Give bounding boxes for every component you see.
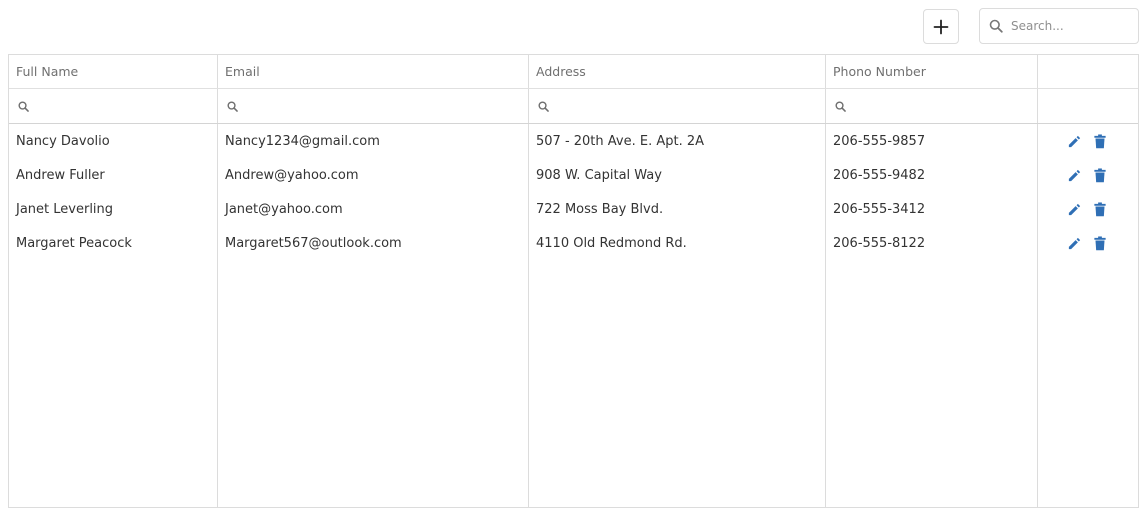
cell-phone: 206-555-9857 (833, 133, 926, 149)
search-box[interactable] (979, 8, 1139, 44)
edit-pencil-icon[interactable] (1066, 167, 1082, 183)
cell-phone: 206-555-9482 (833, 167, 926, 183)
row-actions (1038, 124, 1138, 158)
row-actions (1038, 226, 1138, 260)
cell-full-name: Janet Leverling (16, 201, 114, 217)
search-icon (989, 19, 1003, 33)
data-grid: Full Name Email Address Phono Number Nan… (8, 54, 1139, 508)
cell-full-name: Margaret Peacock (16, 235, 132, 251)
search-icon (538, 100, 549, 112)
table-row[interactable]: Janet Leverling Janet@yahoo.com 722 Moss… (9, 192, 1138, 226)
column-header-label: Address (536, 64, 586, 79)
column-header-label: Email (225, 64, 260, 79)
column-header-label: Full Name (16, 64, 79, 79)
table-row[interactable]: Andrew Fuller Andrew@yahoo.com 908 W. Ca… (9, 158, 1138, 192)
delete-trash-icon[interactable] (1092, 167, 1108, 183)
cell-email: Andrew@yahoo.com (225, 167, 359, 183)
cell-email: Margaret567@outlook.com (225, 235, 402, 251)
cell-email: Nancy1234@gmail.com (225, 133, 380, 149)
column-header-actions (1038, 55, 1138, 88)
cell-address: 722 Moss Bay Blvd. (536, 201, 664, 217)
cell-full-name: Nancy Davolio (16, 133, 110, 149)
filter-input-address[interactable] (555, 99, 705, 113)
filter-phone[interactable] (826, 89, 1038, 123)
search-icon (835, 100, 846, 112)
cell-full-name: Andrew Fuller (16, 167, 105, 183)
delete-trash-icon[interactable] (1092, 133, 1108, 149)
grid-header: Full Name Email Address Phono Number (9, 55, 1138, 89)
column-header-phone[interactable]: Phono Number (826, 55, 1038, 88)
edit-pencil-icon[interactable] (1066, 133, 1082, 149)
filter-address[interactable] (529, 89, 826, 123)
row-actions (1038, 192, 1138, 226)
delete-trash-icon[interactable] (1092, 201, 1108, 217)
cell-address: 507 - 20th Ave. E. Apt. 2A (536, 133, 705, 149)
filter-actions (1038, 89, 1138, 123)
delete-trash-icon[interactable] (1092, 235, 1108, 251)
table-row[interactable]: Margaret Peacock Margaret567@outlook.com… (9, 226, 1138, 260)
filter-email[interactable] (218, 89, 529, 123)
filter-input-full-name[interactable] (35, 99, 185, 113)
edit-pencil-icon[interactable] (1066, 235, 1082, 251)
table-row[interactable]: Nancy Davolio Nancy1234@gmail.com 507 - … (9, 124, 1138, 158)
column-header-full-name[interactable]: Full Name (9, 55, 218, 88)
cell-address: 4110 Old Redmond Rd. (536, 235, 687, 251)
cell-phone: 206-555-8122 (833, 235, 926, 251)
filter-full-name[interactable] (9, 89, 218, 123)
plus-icon (933, 19, 949, 34)
cell-address: 908 W. Capital Way (536, 167, 662, 183)
column-header-address[interactable]: Address (529, 55, 826, 88)
cell-phone: 206-555-3412 (833, 201, 926, 217)
add-button[interactable] (923, 9, 959, 44)
filter-input-email[interactable] (244, 99, 394, 113)
cell-email: Janet@yahoo.com (225, 201, 343, 217)
column-header-label: Phono Number (833, 64, 926, 79)
filter-input-phone[interactable] (852, 99, 1002, 113)
search-icon (18, 100, 29, 112)
search-icon (227, 100, 238, 112)
edit-pencil-icon[interactable] (1066, 201, 1082, 217)
search-input[interactable] (1011, 19, 1129, 33)
filter-row (9, 89, 1138, 124)
column-header-email[interactable]: Email (218, 55, 529, 88)
row-actions (1038, 158, 1138, 192)
